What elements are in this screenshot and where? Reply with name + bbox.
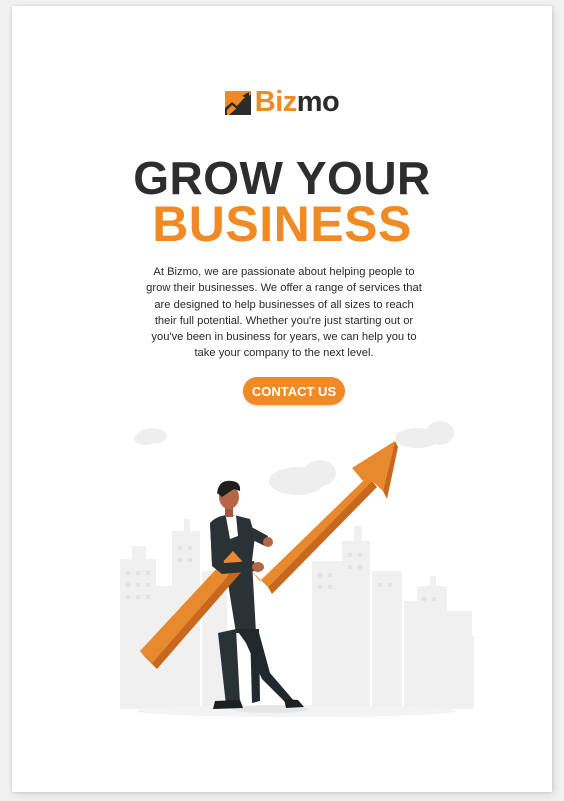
logo-wordmark: Bizmo bbox=[255, 86, 340, 119]
growth-illustration bbox=[120, 421, 474, 717]
flyer-page: Bizmo GROW YOUR BUSINESS At Bizmo, we ar… bbox=[12, 6, 552, 792]
brand-logo[interactable]: Bizmo bbox=[12, 86, 552, 119]
logo-text-mo: mo bbox=[296, 86, 340, 118]
contact-us-button[interactable]: CONTACT US bbox=[243, 377, 345, 405]
cloud-icon bbox=[134, 421, 454, 495]
intro-paragraph: At Bizmo, we are passionate about helpin… bbox=[146, 266, 422, 360]
logo-text-biz: Biz bbox=[254, 86, 298, 118]
headline-business: BUSINESS bbox=[152, 196, 412, 252]
chart-arrow-logo-icon bbox=[224, 90, 251, 115]
headline-grow-your: GROW YOUR bbox=[133, 152, 431, 204]
